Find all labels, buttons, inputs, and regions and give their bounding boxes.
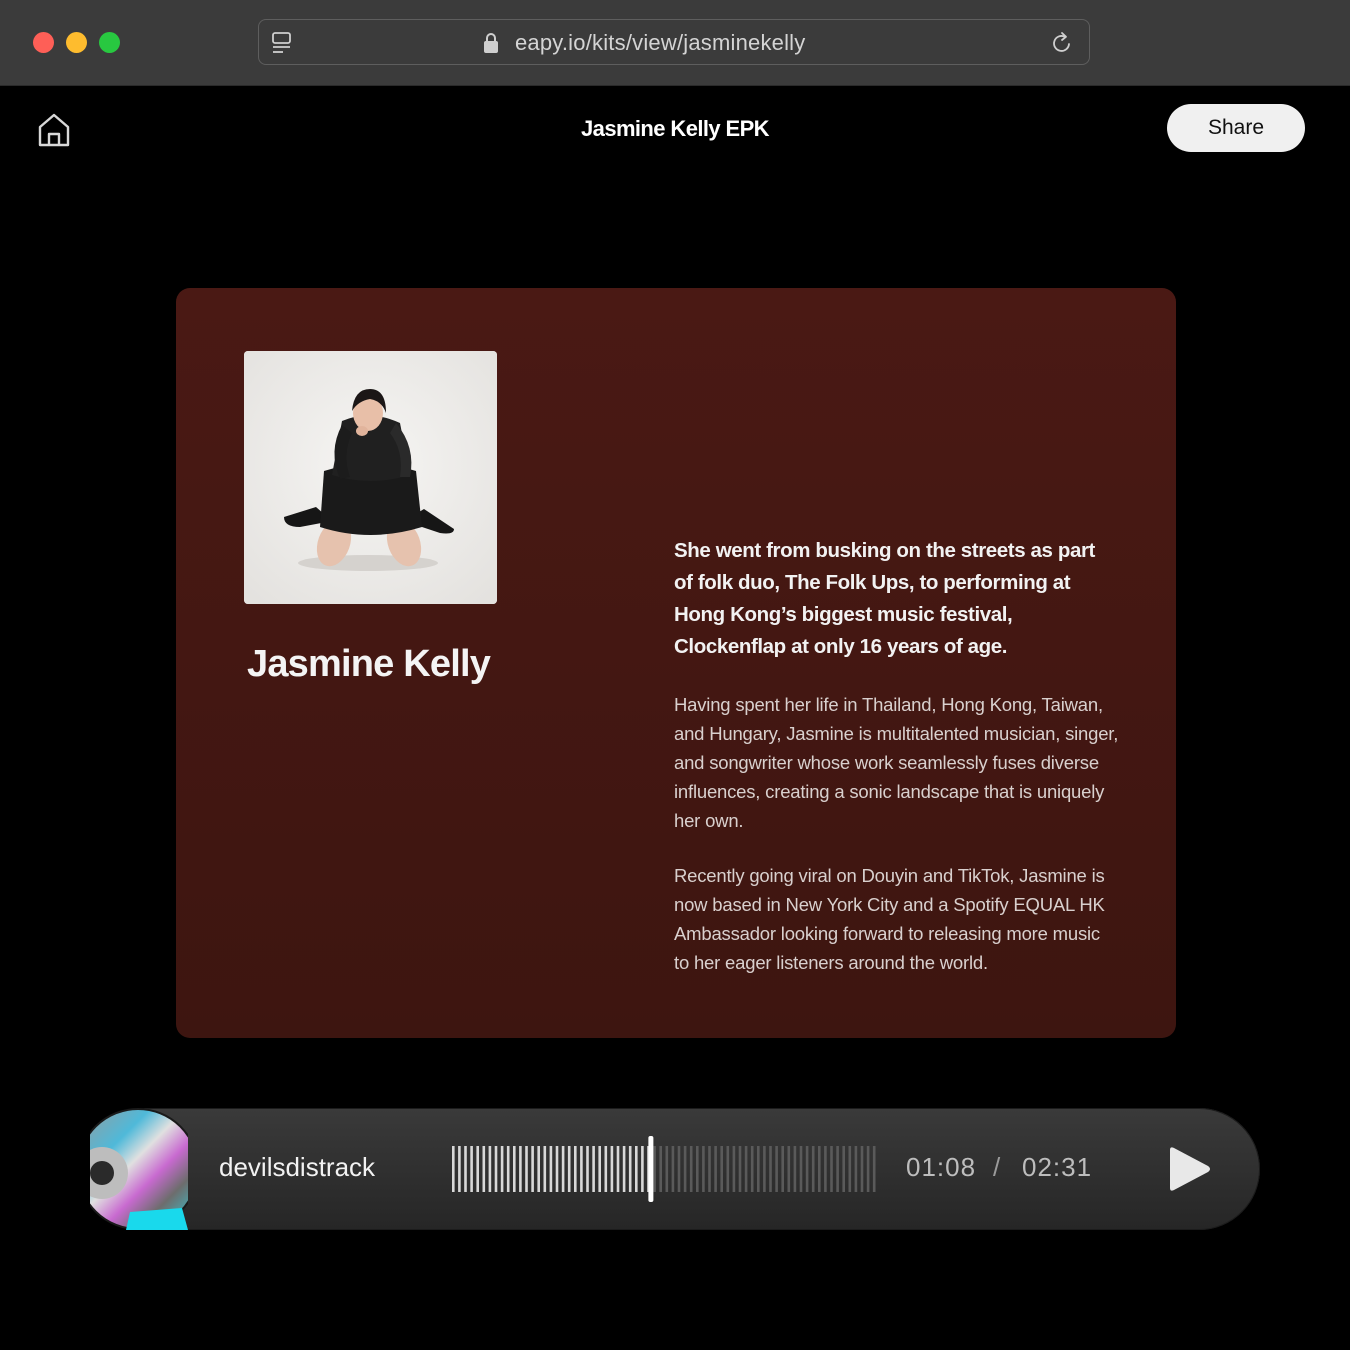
waveform-bar <box>531 1146 534 1192</box>
waveform-bar <box>567 1146 571 1192</box>
share-button[interactable]: Share <box>1167 104 1305 152</box>
bio-lead: She went from busking on the streets as … <box>674 539 1095 658</box>
waveform-bar <box>561 1146 565 1192</box>
waveform-bar <box>683 1146 687 1192</box>
waveform-bar <box>720 1146 723 1192</box>
waveform-bar <box>635 1146 638 1192</box>
bio-paragraph: Recently going viral on Douyin and TikTo… <box>674 865 1105 973</box>
waveform-bar <box>799 1146 803 1192</box>
waveform-bar <box>616 1146 620 1192</box>
reload-icon[interactable] <box>1051 31 1073 55</box>
artist-photo <box>244 351 497 604</box>
waveform-bar <box>506 1146 510 1192</box>
waveform-bar <box>805 1146 809 1192</box>
url-text[interactable]: eapy.io/kits/view/jasminekelly <box>515 30 805 56</box>
waveform-bar <box>580 1146 583 1192</box>
total-time: 02:31 <box>1022 1152 1093 1182</box>
waveform-bar <box>598 1146 601 1192</box>
current-time: 01:08 <box>906 1152 977 1182</box>
waveform-scrubber[interactable] <box>450 1136 880 1202</box>
waveform-bar <box>781 1146 784 1192</box>
play-icon[interactable] <box>1162 1144 1216 1194</box>
waveform-bar <box>702 1146 705 1192</box>
waveform-bar <box>824 1146 827 1192</box>
audio-player: devilsdistrack 01:08 / 02:31 <box>90 1108 1260 1230</box>
waveform-bar <box>872 1146 876 1192</box>
waveform-bar <box>836 1146 839 1192</box>
waveform-bar <box>671 1146 675 1192</box>
artist-photo-illustration <box>244 351 497 604</box>
close-window-button[interactable] <box>33 32 54 53</box>
waveform-bar <box>860 1146 864 1192</box>
waveform-bar <box>610 1146 614 1192</box>
browser-chrome: eapy.io/kits/view/jasminekelly <box>0 0 1350 86</box>
track-name: devilsdistrack <box>219 1152 376 1182</box>
waveform-bar <box>726 1146 730 1192</box>
profile-card: Jasmine Kelly She went from busking on t… <box>176 288 1176 1038</box>
tab-overview-icon[interactable] <box>271 31 293 55</box>
waveform-bar <box>653 1146 656 1192</box>
waveform-bar <box>659 1146 662 1192</box>
waveform-bar <box>452 1146 455 1192</box>
waveform-bar <box>537 1146 540 1192</box>
waveform-bar <box>482 1146 486 1192</box>
maximize-window-button[interactable] <box>99 32 120 53</box>
waveform-bar <box>848 1146 852 1192</box>
waveform-bar <box>738 1146 742 1192</box>
waveform-bar <box>750 1146 754 1192</box>
waveform-bar <box>866 1146 870 1192</box>
waveform-bar <box>519 1146 522 1192</box>
waveform-bar <box>464 1146 467 1192</box>
waveform-bar <box>677 1146 681 1192</box>
waveform-bar <box>549 1146 553 1192</box>
waveform-bar <box>476 1146 479 1192</box>
waveform-bar <box>543 1146 547 1192</box>
address-bar[interactable]: eapy.io/kits/view/jasminekelly <box>258 19 1090 65</box>
waveform-bar <box>665 1146 669 1192</box>
waveform-bar <box>696 1146 699 1192</box>
waveform-bar <box>500 1146 504 1192</box>
minimize-window-button[interactable] <box>66 32 87 53</box>
waveform-bar <box>574 1146 577 1192</box>
waveform-bar <box>854 1146 858 1192</box>
playhead-handle[interactable] <box>648 1136 654 1202</box>
waveform-bar <box>622 1146 626 1192</box>
waveform-bar <box>592 1146 595 1192</box>
waveform-bar <box>555 1146 559 1192</box>
waveform-bar <box>732 1146 736 1192</box>
waveform-bar <box>488 1146 492 1192</box>
waveform-bar <box>689 1146 693 1192</box>
waveform-bar <box>744 1146 748 1192</box>
waveform-bar <box>628 1146 632 1192</box>
waveform-bar <box>830 1146 833 1192</box>
waveform-bar <box>586 1146 589 1192</box>
page-title: Jasmine Kelly EPK <box>581 116 770 141</box>
lock-icon <box>484 33 498 53</box>
waveform-bar <box>769 1146 772 1192</box>
time-separator: / <box>993 1152 1001 1182</box>
waveform-bar <box>641 1146 644 1192</box>
artist-name: Jasmine Kelly <box>247 643 491 685</box>
waveform-bar <box>818 1146 821 1192</box>
bio-paragraph: Having spent her life in Thailand, Hong … <box>674 694 1119 831</box>
waveform-bar <box>708 1146 711 1192</box>
waveform-bar <box>793 1146 797 1192</box>
waveform-bar <box>787 1146 791 1192</box>
waveform-bar <box>604 1146 608 1192</box>
waveform-bar <box>757 1146 760 1192</box>
waveform-bar <box>470 1146 473 1192</box>
waveform-bar <box>811 1146 815 1192</box>
waveform-bar <box>714 1146 717 1192</box>
waveform-bar <box>763 1146 766 1192</box>
cd-disc-icon <box>90 1108 188 1230</box>
waveform-bar <box>458 1146 461 1192</box>
waveform-bar <box>494 1146 498 1192</box>
waveform-bar <box>842 1146 845 1192</box>
waveform-bar <box>775 1146 778 1192</box>
waveform-bar <box>525 1146 528 1192</box>
waveform-bar <box>513 1146 516 1192</box>
